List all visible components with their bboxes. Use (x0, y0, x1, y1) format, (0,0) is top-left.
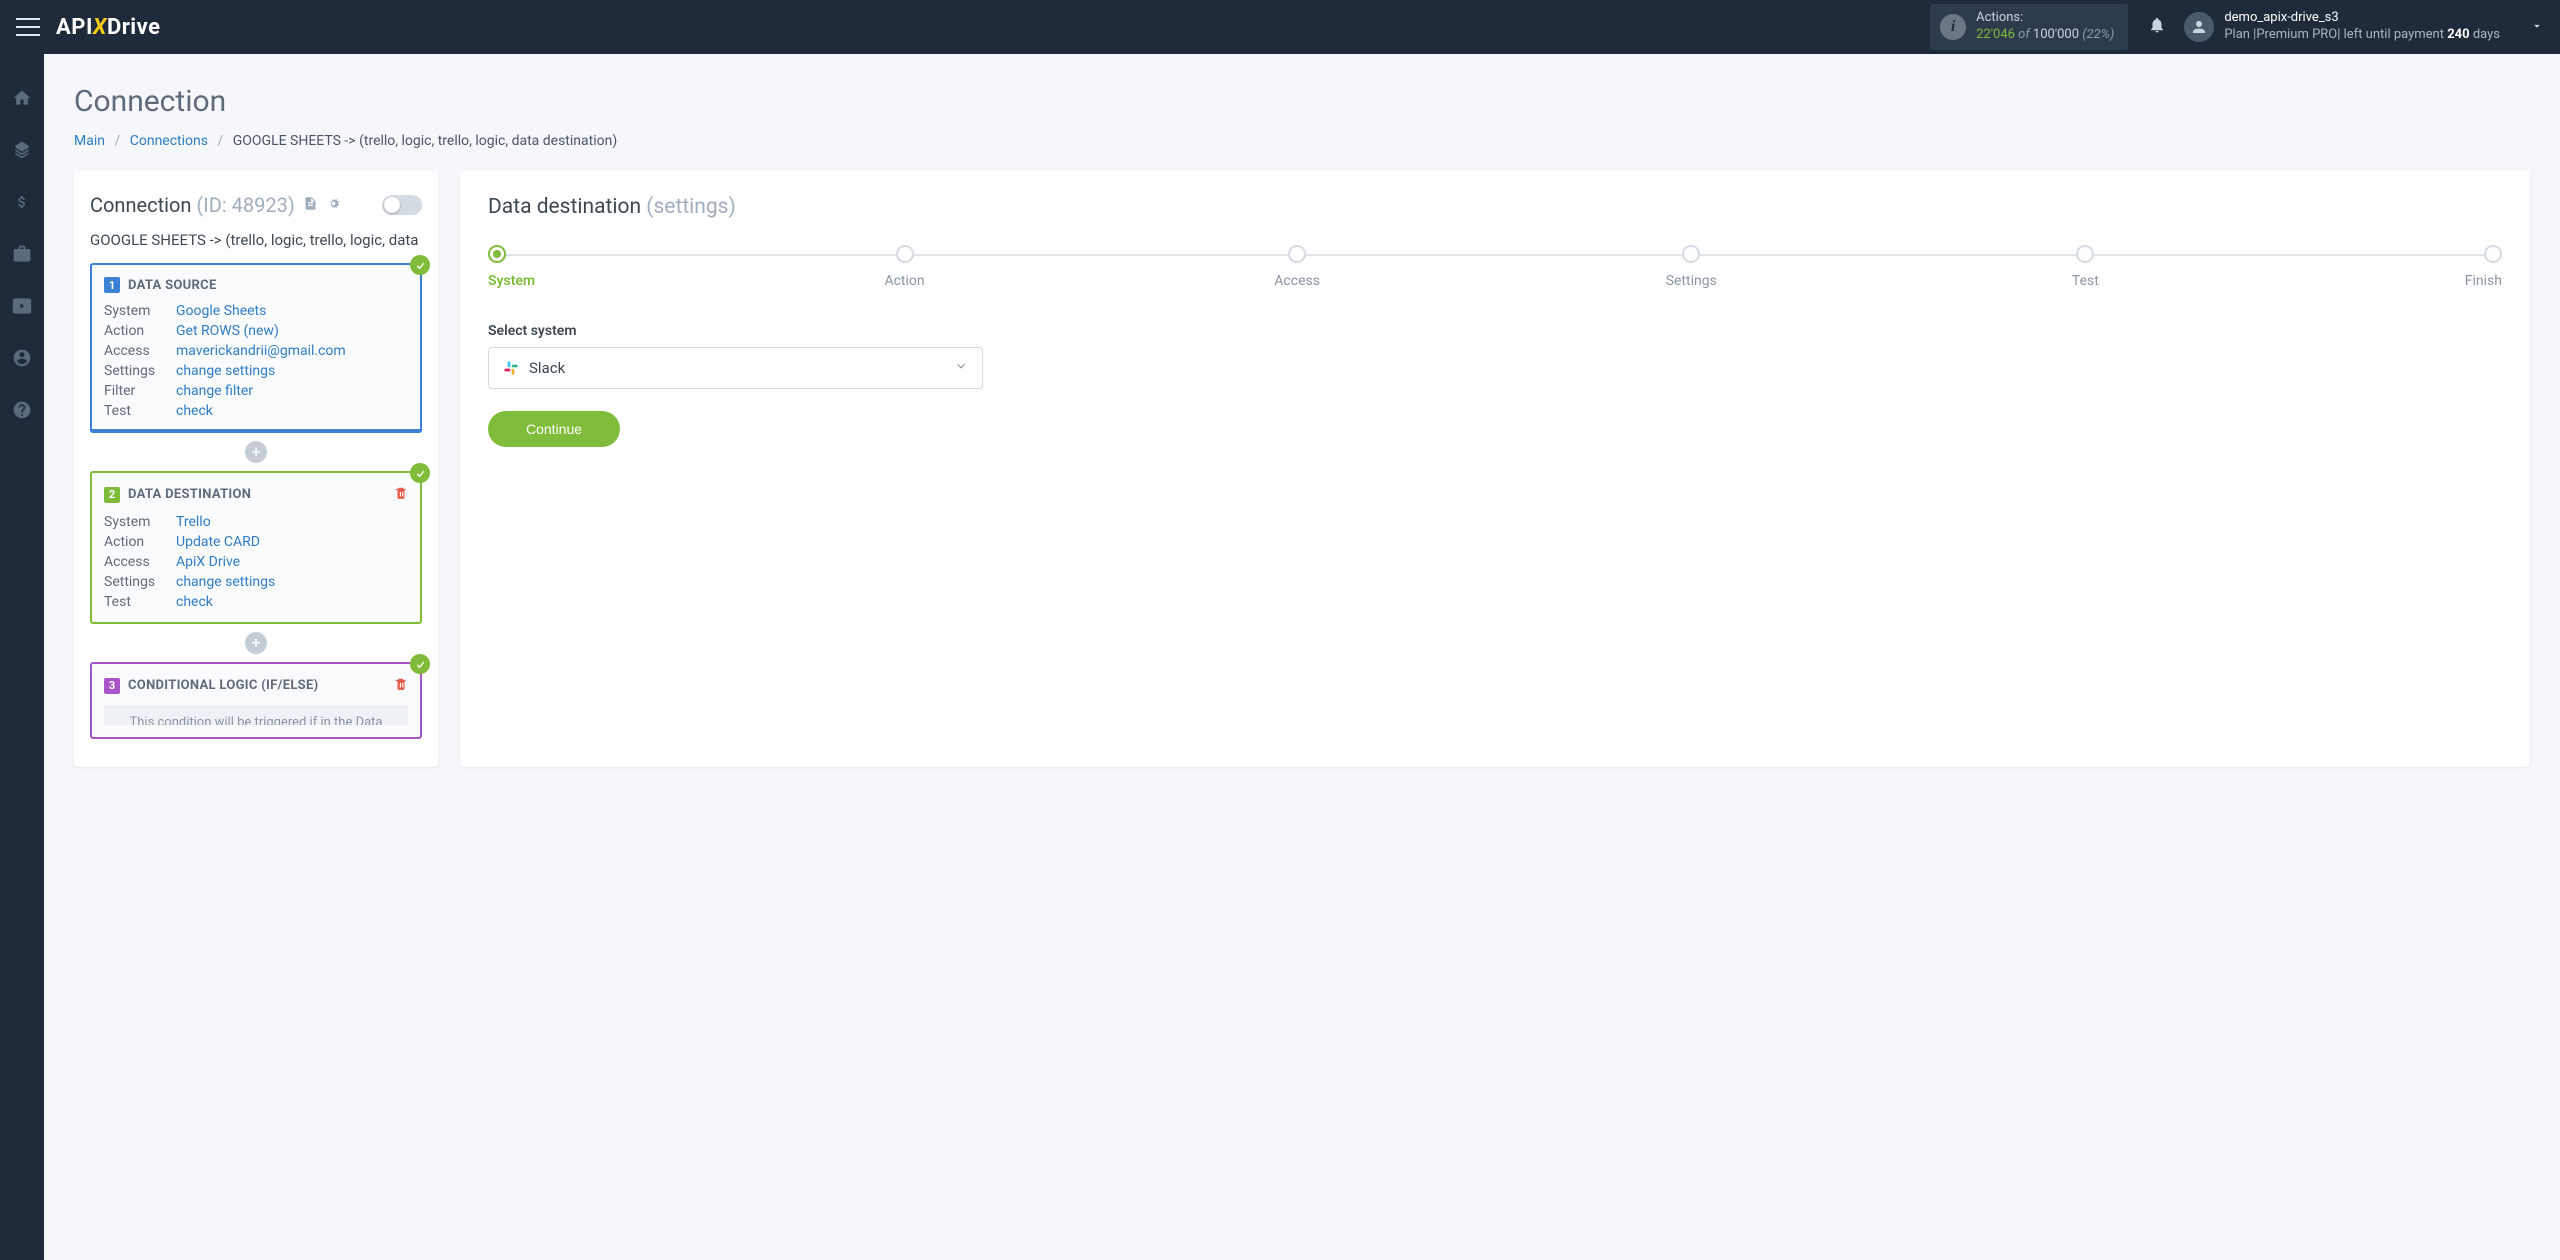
document-icon[interactable] (303, 196, 318, 215)
dest-test[interactable]: check (176, 594, 408, 610)
actions-total: 100'000 (2033, 27, 2079, 42)
sidebar-briefcase[interactable] (0, 238, 44, 270)
block-number: 3 (104, 678, 120, 694)
conditional-logic-block: 3 CONDITIONAL LOGIC (IF/ELSE) This condi… (90, 662, 422, 739)
data-destination-block: 2 DATA DESTINATION SystemTrello ActionUp… (90, 471, 422, 624)
block-number: 2 (104, 487, 120, 503)
sidebar (0, 54, 44, 1260)
hamburger-menu[interactable] (16, 18, 40, 36)
wizard-step-settings[interactable]: Settings (1666, 245, 1717, 289)
sidebar-billing[interactable] (0, 186, 44, 218)
connection-panel: Connection (ID: 48923) GOOGLE SHEETS -> … (74, 171, 438, 767)
check-icon (410, 654, 430, 674)
user-plan: Plan |Premium PRO| left until payment 24… (2224, 27, 2500, 44)
settings-subtitle: (settings) (646, 195, 736, 219)
wizard-step-finish[interactable]: Finish (2454, 245, 2502, 289)
wizard-steps: System Action Access Settings Test Finis… (488, 245, 2502, 289)
select-system-label: Select system (488, 323, 2502, 339)
gear-icon[interactable] (326, 196, 341, 215)
dest-system[interactable]: Trello (176, 514, 408, 530)
breadcrumb: Main / Connections / GOOGLE SHEETS -> (t… (74, 133, 2530, 149)
sidebar-account[interactable] (0, 342, 44, 374)
block-title: DATA SOURCE (128, 278, 217, 293)
check-icon (410, 463, 430, 483)
logo-drive: Drive (107, 15, 161, 40)
wizard-step-test[interactable]: Test (2061, 245, 2109, 289)
block-title: DATA DESTINATION (128, 487, 251, 502)
connection-toggle[interactable] (382, 195, 422, 215)
actions-of: of (2015, 27, 2033, 42)
user-menu[interactable]: demo_apix-drive_s3 Plan |Premium PRO| le… (2184, 10, 2500, 44)
wizard-step-access[interactable]: Access (1273, 245, 1321, 289)
condition-note: This condition will be triggered if in t… (104, 705, 408, 725)
source-filter[interactable]: change filter (176, 383, 408, 399)
block-number: 1 (104, 277, 120, 293)
breadcrumb-main[interactable]: Main (74, 133, 105, 149)
logo-x: X (93, 15, 107, 40)
bell-icon[interactable] (2148, 16, 2166, 38)
data-destination-settings: Data destination (settings) System Actio… (460, 171, 2530, 767)
logo[interactable]: APIXDrive (56, 15, 161, 40)
continue-button[interactable]: Continue (488, 411, 620, 447)
data-source-block: 1 DATA SOURCE SystemGoogle Sheets Action… (90, 263, 422, 433)
source-test[interactable]: check (176, 403, 408, 419)
wizard-step-action[interactable]: Action (881, 245, 929, 289)
sidebar-home[interactable] (0, 82, 44, 114)
settings-title: Data destination (488, 195, 646, 219)
block-title: CONDITIONAL LOGIC (IF/ELSE) (128, 678, 318, 693)
user-avatar-icon (2184, 12, 2214, 42)
sidebar-video[interactable] (0, 290, 44, 322)
chevron-down-icon (954, 359, 968, 377)
source-system[interactable]: Google Sheets (176, 303, 408, 319)
user-name: demo_apix-drive_s3 (2224, 10, 2500, 27)
actions-count: 22'046 (1976, 27, 2015, 42)
sidebar-connections[interactable] (0, 134, 44, 166)
dest-settings[interactable]: change settings (176, 574, 408, 590)
connection-name: GOOGLE SHEETS -> (trello, logic, trello,… (90, 231, 422, 249)
dest-action[interactable]: Update CARD (176, 534, 408, 550)
source-access[interactable]: maverickandrii@gmail.com (176, 343, 408, 359)
sidebar-help[interactable] (0, 394, 44, 426)
trash-icon[interactable] (394, 676, 408, 695)
breadcrumb-connections[interactable]: Connections (130, 133, 208, 149)
dest-access[interactable]: ApiX Drive (176, 554, 408, 570)
breadcrumb-current: GOOGLE SHEETS -> (trello, logic, trello,… (233, 133, 617, 149)
select-value: Slack (529, 359, 565, 377)
actions-usage[interactable]: i Actions: 22'046 of 100'000 (22%) (1930, 4, 2128, 50)
trash-icon[interactable] (394, 485, 408, 504)
add-block-button[interactable]: + (245, 632, 267, 654)
add-block-button[interactable]: + (245, 441, 267, 463)
source-settings[interactable]: change settings (176, 363, 408, 379)
page-title: Connection (74, 84, 2530, 119)
actions-pct: (22%) (2079, 27, 2114, 42)
logo-api: API (56, 15, 93, 40)
chevron-down-icon[interactable] (2530, 18, 2544, 37)
slack-icon (503, 360, 519, 376)
info-icon: i (1940, 14, 1966, 40)
source-action[interactable]: Get ROWS (new) (176, 323, 408, 339)
connection-id: (ID: 48923) (196, 193, 294, 217)
check-icon (410, 255, 430, 275)
select-system-dropdown[interactable]: Slack (488, 347, 983, 389)
actions-label: Actions: (1976, 10, 2114, 27)
connection-title: Connection (90, 193, 196, 217)
wizard-step-system[interactable]: System (488, 245, 536, 289)
